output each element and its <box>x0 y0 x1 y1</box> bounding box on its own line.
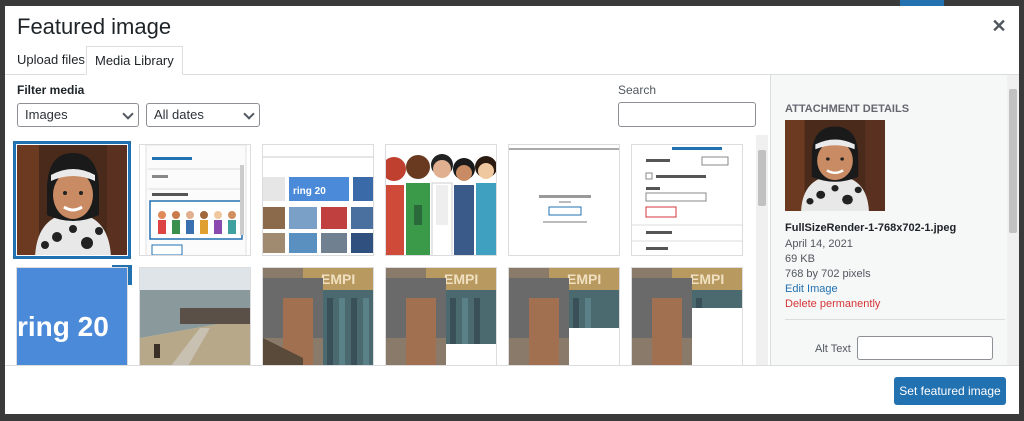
portrait-thumbnail-icon <box>17 145 127 255</box>
media-item[interactable]: ring 20 <box>262 144 374 256</box>
attachment-details-panel: ATTACHMENT DETAILS FullSizeRender-1-768x… <box>770 75 1019 365</box>
alt-text-label: Alt Text <box>815 343 851 355</box>
date-filter-value: All dates <box>154 107 204 122</box>
tab-upload-files[interactable]: Upload files <box>9 46 93 75</box>
attachment-preview-image <box>785 120 885 211</box>
media-modal: Featured image ✕ Upload files Media Libr… <box>5 6 1019 414</box>
divider <box>785 319 1005 320</box>
svg-text:EMPI: EMPI <box>444 271 478 287</box>
set-featured-image-button[interactable]: Set featured image <box>894 377 1006 405</box>
chevron-down-icon <box>243 108 255 120</box>
modal-tabs: Upload files Media Library <box>5 44 1019 75</box>
attachment-dimensions: 768 by 702 pixels <box>785 268 871 280</box>
media-type-value: Images <box>25 107 68 122</box>
alt-text-input[interactable] <box>857 336 993 360</box>
svg-text:EMPI: EMPI <box>321 271 355 287</box>
sidebar-scrollbar-thumb[interactable] <box>1009 89 1017 233</box>
painted-wall-thumbnail-icon: EMPI <box>386 268 496 366</box>
painted-wall-thumbnail-icon: EMPI <box>632 268 742 366</box>
media-item[interactable]: EMPI <box>262 267 374 366</box>
date-filter-select[interactable]: All dates <box>146 103 260 127</box>
media-item[interactable] <box>13 141 131 259</box>
media-item[interactable] <box>139 144 251 256</box>
attachment-filesize: 69 KB <box>785 253 815 265</box>
painted-wall-thumbnail-icon: EMPI <box>263 268 373 366</box>
upload-screenshot-thumbnail-icon <box>509 145 619 255</box>
svg-text:EMPI: EMPI <box>567 271 601 287</box>
filter-media-label: Filter media <box>17 83 85 97</box>
edit-image-link[interactable]: Edit Image <box>785 283 838 295</box>
media-item[interactable] <box>508 144 620 256</box>
media-item[interactable]: EMPI <box>631 267 743 366</box>
grid-scrollbar-thumb[interactable] <box>758 150 766 206</box>
spring-banner-thumbnail-icon: ring 20 <box>17 268 127 366</box>
svg-text:ring 20: ring 20 <box>293 186 326 197</box>
attachment-details-heading: ATTACHMENT DETAILS <box>785 103 910 115</box>
post-settings-thumbnail-icon <box>632 145 742 255</box>
svg-text:EMPI: EMPI <box>690 271 724 287</box>
portrait-preview-icon <box>785 120 885 211</box>
cartoon-people-thumbnail-icon <box>386 145 496 255</box>
delete-permanently-link[interactable]: Delete permanently <box>785 298 880 310</box>
svg-text:ring 20: ring 20 <box>17 311 109 342</box>
media-item[interactable] <box>631 144 743 256</box>
media-item[interactable]: EMPI <box>508 267 620 366</box>
editor-screenshot-thumbnail-icon <box>140 145 250 255</box>
modal-title: Featured image <box>17 14 172 39</box>
blog-screenshot-thumbnail-icon: ring 20 <box>263 145 373 255</box>
chevron-down-icon <box>122 108 134 120</box>
attachment-date: April 14, 2021 <box>785 238 853 250</box>
tab-media-library[interactable]: Media Library <box>86 46 183 75</box>
media-item[interactable]: ring 20 <box>16 267 128 366</box>
attachment-filename: FullSizeRender-1-768x702-1.jpeg <box>785 222 957 234</box>
close-icon[interactable]: ✕ <box>989 16 1009 36</box>
media-item[interactable]: EMPI <box>385 267 497 366</box>
border-wall-photo-thumbnail-icon <box>140 268 250 366</box>
painted-wall-thumbnail-icon: EMPI <box>509 268 619 366</box>
modal-footer: Set featured image <box>5 365 1019 414</box>
media-item[interactable] <box>139 267 251 366</box>
media-item[interactable] <box>385 144 497 256</box>
search-input[interactable] <box>618 102 756 127</box>
media-type-select[interactable]: Images <box>17 103 139 127</box>
media-grid: ✔ <box>5 134 770 366</box>
search-label: Search <box>618 83 657 97</box>
sidebar-scrollbar[interactable] <box>1007 75 1019 365</box>
